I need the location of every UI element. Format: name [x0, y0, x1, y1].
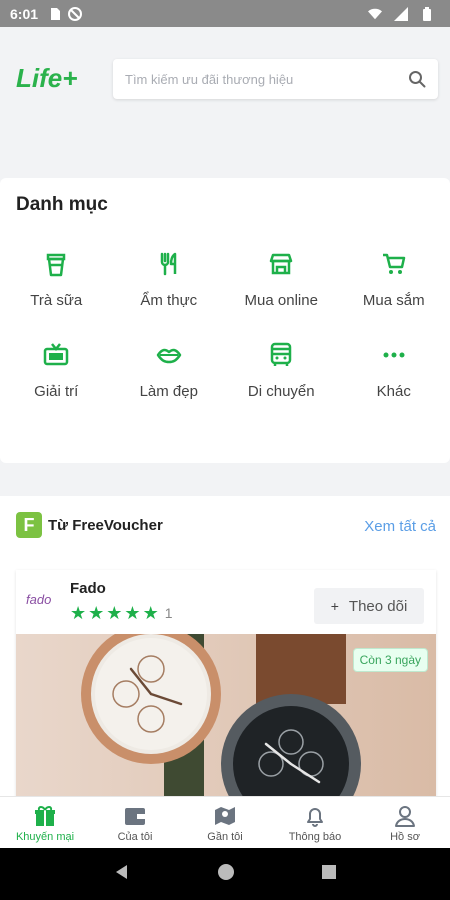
back-icon[interactable]	[113, 863, 131, 886]
freevoucher-title: Từ FreeVoucher	[48, 516, 163, 534]
map-icon	[212, 803, 238, 829]
nav-label: Gần tôi	[207, 830, 243, 843]
freevoucher-section: F Từ FreeVoucher Xem tất cả fado Fado ★ …	[0, 496, 450, 800]
category-label: Mua sắm	[362, 292, 425, 309]
nav-nearby[interactable]: Gần tôi	[180, 797, 270, 848]
more-icon	[380, 341, 408, 369]
freevoucher-logo: F	[16, 512, 42, 538]
nav-label: Của tôi	[117, 830, 153, 843]
category-label: Ẩm thực	[140, 292, 198, 309]
rating-count: 1	[164, 605, 173, 621]
store-icon	[267, 250, 295, 278]
status-time: 6:01	[10, 5, 39, 22]
search-input[interactable]	[125, 71, 408, 87]
nav-promotions[interactable]: Khuyến mại	[0, 797, 90, 848]
nav-mine[interactable]: Của tôi	[90, 797, 180, 848]
shop-name[interactable]: Fado	[70, 580, 106, 597]
category-other[interactable]: Khác	[338, 341, 450, 400]
category-label: Khác	[376, 383, 411, 400]
category-shopping[interactable]: Mua sắm	[338, 250, 450, 309]
category-entertainment[interactable]: Giải trí	[0, 341, 113, 400]
search-bar[interactable]	[113, 59, 438, 99]
category-label: Làm đẹp	[139, 383, 198, 400]
cup-icon	[42, 250, 70, 278]
app-header: Life+	[0, 27, 450, 177]
user-icon	[392, 803, 418, 829]
bell-icon	[302, 803, 328, 829]
recents-icon[interactable]	[321, 864, 337, 885]
category-section: Danh mục Trà sữa Ẩm thực Mua online Mua …	[0, 178, 450, 463]
category-label: Giải trí	[34, 383, 79, 400]
promo-banner-image[interactable]: Còn 3 ngày	[16, 634, 436, 800]
lips-icon	[155, 341, 183, 369]
nav-label: Thông báo	[288, 830, 342, 843]
home-icon[interactable]	[217, 863, 235, 886]
follow-label: Theo dõi	[348, 597, 408, 615]
wifi-icon	[368, 7, 382, 21]
category-label: Mua online	[244, 292, 318, 309]
category-title: Danh mục	[16, 194, 108, 215]
sim-icon	[48, 7, 62, 21]
shop-card[interactable]: fado Fado ★ ★ ★ ★ ★ 1 + Theo dõi Còn 3 n…	[16, 570, 436, 800]
category-online[interactable]: Mua online	[225, 250, 338, 309]
gift-icon	[32, 803, 58, 829]
no-disturb-icon	[68, 6, 83, 21]
nav-profile[interactable]: Hồ sơ	[360, 797, 450, 848]
app-logo: Life+	[16, 63, 78, 93]
follow-button[interactable]: + Theo dõi	[314, 588, 424, 624]
category-milk-tea[interactable]: Trà sữa	[0, 250, 113, 309]
bus-icon	[267, 341, 295, 369]
category-food[interactable]: Ẩm thực	[113, 250, 226, 309]
star-icon: ★	[88, 603, 105, 623]
status-bar: 6:01	[0, 0, 450, 27]
signal-icon	[394, 6, 408, 21]
category-beauty[interactable]: Làm đẹp	[113, 341, 226, 400]
battery-icon	[420, 6, 434, 21]
tv-icon	[42, 341, 70, 369]
freevoucher-header: F Từ FreeVoucher	[16, 512, 163, 538]
shop-logo: fado	[26, 592, 52, 607]
cart-icon	[380, 250, 408, 278]
rating-stars: ★ ★ ★ ★ ★ 1	[70, 604, 173, 622]
star-icon: ★	[106, 603, 123, 623]
search-icon[interactable]	[408, 70, 426, 88]
nav-label: Khuyến mại	[15, 830, 75, 843]
category-grid: Trà sữa Ẩm thực Mua online Mua sắm Giải …	[0, 250, 450, 400]
days-left-badge: Còn 3 ngày	[352, 648, 428, 672]
plus-icon: +	[330, 598, 339, 614]
system-nav-bar	[0, 848, 450, 900]
category-transport[interactable]: Di chuyển	[225, 341, 338, 400]
star-icon: ★	[124, 603, 141, 623]
category-label: Trà sữa	[30, 292, 83, 309]
nav-label: Hồ sơ	[390, 830, 420, 843]
wallet-icon	[122, 803, 148, 829]
star-icon: ★	[142, 603, 159, 623]
bottom-nav: Khuyến mại Của tôi Gần tôi Thông báo Hồ …	[0, 796, 450, 848]
see-all-link[interactable]: Xem tất cả	[364, 518, 436, 535]
fork-knife-icon	[155, 250, 183, 278]
nav-notifications[interactable]: Thông báo	[270, 797, 360, 848]
category-label: Di chuyển	[247, 383, 315, 400]
star-icon: ★	[70, 603, 87, 623]
